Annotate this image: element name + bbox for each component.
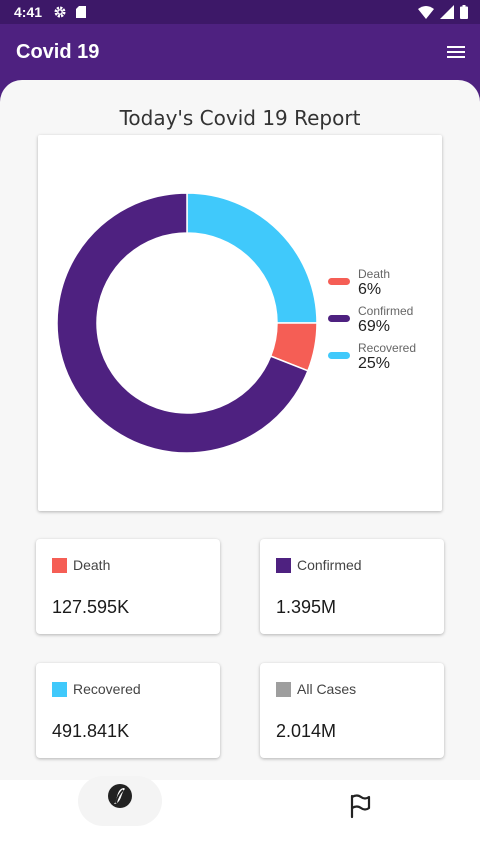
legend-swatch <box>328 352 350 359</box>
legend-label: Confirmed <box>358 304 414 318</box>
recovered-label: Recovered <box>73 681 141 697</box>
settings-icon <box>53 5 67 24</box>
donut-chart <box>56 192 318 454</box>
legend-item-recovered: Recovered 25% <box>328 341 416 373</box>
status-system-icons <box>418 5 468 24</box>
recovered-card: Recovered 491.841K <box>36 663 220 758</box>
legend-percent: 25% <box>358 355 391 372</box>
all-cases-value: 2.014M <box>276 721 337 741</box>
all-cases-label: All Cases <box>297 681 357 697</box>
battery-icon <box>460 5 468 24</box>
status-time: 4:41 <box>14 4 43 20</box>
recovered-swatch <box>52 681 67 697</box>
legend-percent: 69% <box>358 318 391 335</box>
chart-card: Death 6% Confirmed 69% Recovered 25% <box>38 135 442 511</box>
wifi-icon <box>418 5 434 24</box>
flag-icon[interactable] <box>346 792 374 820</box>
menu-icon[interactable] <box>444 40 468 64</box>
confirmed-value: 1.395M <box>276 597 337 617</box>
recovered-value: 491.841K <box>52 721 130 741</box>
death-value: 127.595K <box>52 597 130 617</box>
app-title: Covid 19 <box>16 41 100 63</box>
legend-label: Recovered <box>358 341 417 355</box>
confirmed-label: Confirmed <box>297 557 362 573</box>
bottom-nav <box>0 776 480 854</box>
legend-item-confirmed: Confirmed 69% <box>328 304 416 336</box>
confirmed-swatch <box>276 557 291 573</box>
all-cases-card: All Cases 2.014M <box>260 663 444 758</box>
legend-label: Death <box>358 267 391 281</box>
legend-item-death: Death 6% <box>328 267 416 299</box>
home-icon[interactable] <box>104 780 136 812</box>
app-bar: Covid 19 <box>0 24 480 80</box>
legend-swatch <box>328 278 350 285</box>
death-card: Death 127.595K <box>36 539 220 634</box>
donut-slice-recovered <box>186 192 318 324</box>
death-label: Death <box>73 557 111 573</box>
confirmed-card: Confirmed 1.395M <box>260 539 444 634</box>
report-title: Today's Covid 19 Report <box>119 106 361 130</box>
legend-swatch <box>328 315 350 322</box>
death-swatch <box>52 557 67 573</box>
main-content: Today's Covid 19 Report Death 6% Confirmed… <box>0 80 480 780</box>
signal-icon <box>440 5 454 24</box>
sd-card-icon <box>75 5 87 24</box>
status-bar: 4:41 <box>0 0 480 24</box>
status-notification-icons <box>53 5 87 24</box>
legend-percent: 6% <box>358 281 382 298</box>
chart-legend: Death 6% Confirmed 69% Recovered 25% <box>328 267 416 378</box>
all-cases-swatch <box>276 681 291 697</box>
